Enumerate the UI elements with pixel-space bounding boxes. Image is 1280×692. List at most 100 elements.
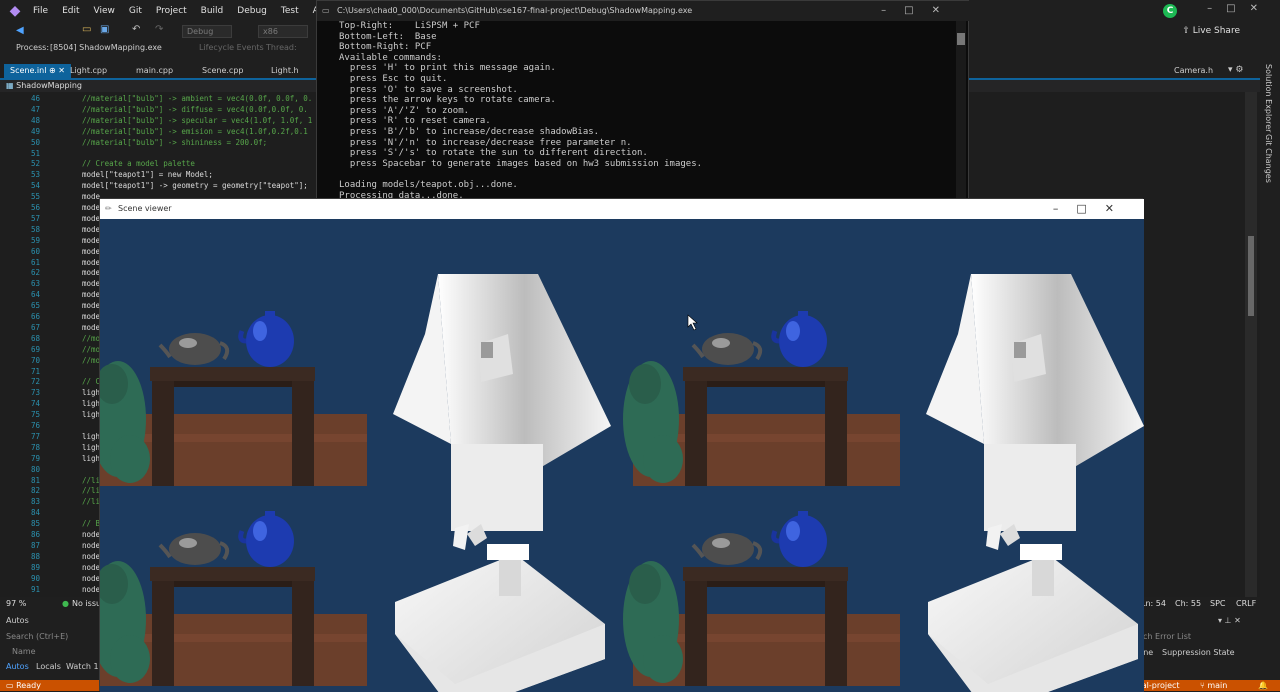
line-number: 82 (30, 486, 40, 496)
tab-autos[interactable]: Autos (6, 662, 29, 671)
tab-light-h[interactable]: Light.h (265, 64, 305, 78)
code-line[interactable]: //material["bulb"] -> ambient = vec4(0.0… (82, 94, 312, 103)
code-line[interactable]: node (82, 585, 100, 594)
code-line[interactable]: //material["bulb"] -> emision = vec4(1.0… (82, 127, 308, 136)
line-number: 51 (30, 148, 40, 158)
branch-label: main (1207, 681, 1228, 690)
autos-search-input[interactable]: Search (Ctrl+E) (6, 632, 68, 641)
code-line[interactable]: //material["bulb"] -> diffuse = vec4(0.0… (82, 105, 308, 114)
code-line[interactable]: node (82, 541, 100, 550)
menu-debug[interactable]: Debug (230, 6, 274, 16)
console-window-controls[interactable]: –□✕ (881, 1, 958, 21)
code-line[interactable]: model["teapot1"] -> geometry = geometry[… (82, 181, 308, 190)
menu-file[interactable]: File (26, 6, 55, 16)
issues-status[interactable]: No issu (72, 597, 101, 611)
project-nav-select[interactable]: ShadowMapping (16, 81, 82, 90)
menu-git[interactable]: Git (122, 6, 149, 16)
git-changes-tab[interactable]: Git Changes (1264, 134, 1273, 183)
code-line[interactable]: mode (82, 279, 100, 288)
code-line[interactable]: mode (82, 214, 100, 223)
code-line[interactable]: mode (82, 268, 100, 277)
menu-build[interactable]: Build (194, 6, 231, 16)
code-line[interactable]: //material["bulb"] -> specular = vec4(1.… (82, 116, 312, 125)
tab-overflow-icon[interactable]: ▾ ⚙ (1228, 65, 1243, 75)
scene-viewer-window-controls[interactable]: –□✕ (1053, 199, 1132, 219)
console-window[interactable]: ▭ C:\Users\chad0_000\Documents\GitHub\cs… (316, 0, 970, 201)
platform-select[interactable]: x86 (258, 25, 308, 38)
process-label: Process: (16, 43, 50, 52)
code-line[interactable]: //li (82, 497, 100, 506)
scene-viewer-window[interactable]: ✏ Scene viewer –□✕ (99, 198, 1144, 692)
redo-icon[interactable]: ↷ (155, 24, 163, 35)
code-line[interactable]: //material["bulb"] -> shininess = 200.0f… (82, 138, 267, 147)
code-line[interactable]: mode (82, 236, 100, 245)
code-line[interactable]: mode (82, 203, 100, 212)
code-line[interactable]: node (82, 530, 100, 539)
code-line[interactable]: mode (82, 225, 100, 234)
code-line[interactable]: ligh (82, 454, 100, 463)
lifecycle-events-button[interactable]: Lifecycle Events (199, 43, 264, 52)
tab-scene-cpp[interactable]: Scene.cpp (196, 64, 250, 78)
menu-project[interactable]: Project (149, 6, 194, 16)
live-share-button[interactable]: ⇧ Live Share (1182, 26, 1240, 36)
code-line[interactable]: node (82, 563, 100, 572)
code-line[interactable]: mode (82, 323, 100, 332)
menu-view[interactable]: View (87, 6, 122, 16)
process-select[interactable]: [8504] ShadowMapping.exe (50, 43, 162, 52)
code-line[interactable]: ligh (82, 432, 100, 441)
code-line[interactable]: model["teapot1"] = new Model; (82, 170, 213, 179)
code-line[interactable]: ligh (82, 443, 100, 452)
tab-locals[interactable]: Locals (36, 662, 61, 671)
code-line[interactable]: ligh (82, 399, 100, 408)
configuration-select[interactable]: Debug (182, 25, 232, 38)
account-avatar[interactable]: C (1163, 4, 1177, 18)
tab-watch-1[interactable]: Watch 1 (66, 662, 99, 671)
code-line[interactable]: //li (82, 486, 100, 495)
scene-render-canvas[interactable] (100, 219, 1144, 692)
code-line[interactable]: // B (82, 519, 100, 528)
code-line[interactable]: mode (82, 290, 100, 299)
console-line: press 'S'/'s' to rotate the sun to diffe… (339, 148, 648, 159)
branch-name[interactable]: ⑂ main (1200, 680, 1227, 691)
code-line[interactable]: // Create a model palette (82, 159, 195, 168)
tab-camera-h[interactable]: Camera.h (1168, 64, 1219, 78)
menu-edit[interactable]: Edit (55, 6, 86, 16)
code-line[interactable]: // C (82, 377, 100, 386)
line-ending-indicator[interactable]: CRLF (1236, 597, 1256, 611)
code-line[interactable]: //mo (82, 356, 100, 365)
panel-controls[interactable]: ▾ ⊥ ✕ (1218, 616, 1241, 625)
console-line: press 'H' to print this message again. (339, 63, 556, 74)
code-line[interactable]: //li (82, 476, 100, 485)
open-folder-icon[interactable]: ▭ (82, 24, 91, 35)
code-line[interactable]: ligh (82, 410, 100, 419)
solution-explorer-tab[interactable]: Solution Explorer (1264, 64, 1273, 132)
notifications-icon[interactable]: 🔔 (1258, 680, 1268, 691)
error-list-search[interactable]: ch Error List (1143, 632, 1191, 641)
save-icon[interactable]: ▣ (100, 24, 109, 35)
code-line[interactable]: mode (82, 192, 100, 201)
code-line[interactable]: mode (82, 247, 100, 256)
code-line[interactable]: node (82, 574, 100, 583)
vs-window-controls[interactable]: –□✕ (1207, 3, 1272, 14)
code-line[interactable]: //mo (82, 334, 100, 343)
menu-test[interactable]: Test (274, 6, 306, 16)
back-icon[interactable]: ◀ (16, 25, 24, 36)
code-line[interactable]: ligh (82, 388, 100, 397)
code-line[interactable]: node (82, 552, 100, 561)
code-line[interactable]: mode (82, 301, 100, 310)
code-line[interactable]: mode (82, 312, 100, 321)
whitespace-indicator[interactable]: SPC (1210, 597, 1226, 611)
editor-scrollbar[interactable] (1245, 92, 1257, 597)
tab-main-cpp[interactable]: main.cpp (130, 64, 179, 78)
console-scroll-thumb[interactable] (957, 33, 965, 45)
tab-light-cpp[interactable]: Light.cpp (64, 64, 113, 78)
right-tool-strip: Solution Explorer Git Changes (1260, 64, 1280, 680)
tab-scene-inl[interactable]: Scene.inl ⊕ ✕ (4, 64, 71, 78)
editor-scroll-thumb[interactable] (1248, 236, 1254, 316)
zoom-level[interactable]: 97 % (6, 597, 26, 611)
code-line[interactable]: //mo (82, 345, 100, 354)
undo-icon[interactable]: ↶ (132, 24, 140, 35)
console-line: press the arrow keys to rotate camera. (339, 95, 556, 106)
code-line[interactable]: mode (82, 258, 100, 267)
console-scrollbar[interactable] (956, 21, 966, 199)
